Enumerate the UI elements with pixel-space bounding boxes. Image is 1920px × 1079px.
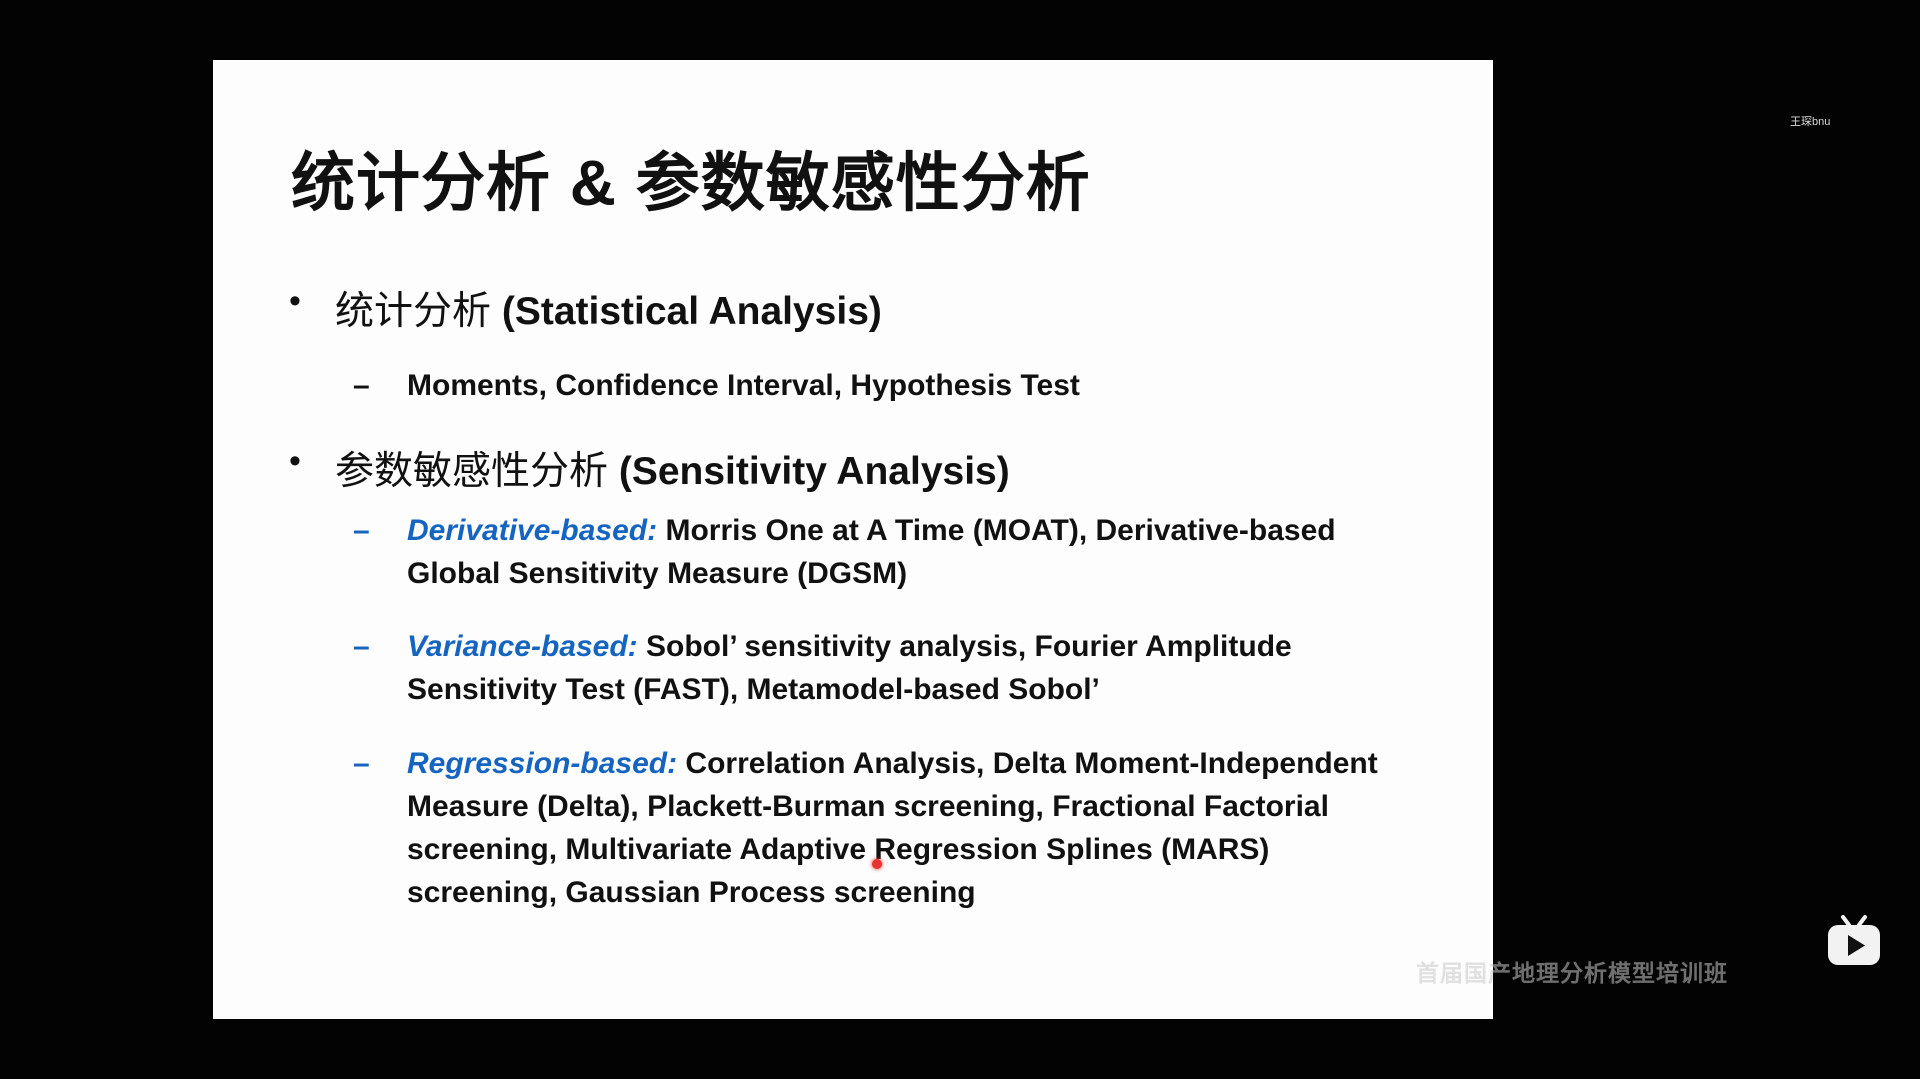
subitem-body: Moments, Confidence Interval, Hypothesis… <box>407 364 1417 407</box>
subitem-text: Moments, Confidence Interval, Hypothesis… <box>407 369 1080 402</box>
presentation-slide: 统计分析 & 参数敏感性分析 • 统计分析 (Statistical Analy… <box>213 60 1493 1019</box>
subitem-lead: Derivative-based: <box>407 514 658 547</box>
training-watermark: 首届国产地理分析模型培训班 <box>1416 960 1728 986</box>
bullet-dot: • <box>289 282 301 320</box>
subitem-dash: – <box>353 514 370 547</box>
subitem-body: Variance-based: Sobol’ sensitivity analy… <box>407 625 1417 711</box>
subitem-body: Derivative-based: Morris One at A Time (… <box>407 509 1417 595</box>
subitem-dash: – <box>353 747 370 780</box>
subitem-lead: Variance-based: <box>407 630 638 663</box>
bilibili-tv-icon[interactable] <box>1826 915 1882 967</box>
slide-title: 统计分析 & 参数敏感性分析 <box>291 147 1091 219</box>
bullet-en: (Statistical Analysis) <box>501 290 882 333</box>
subitem-dash: – <box>353 369 370 402</box>
subitem-body: Regression-based: Correlation Analysis, … <box>407 742 1417 914</box>
bullet-zh: 参数敏感性分析 <box>335 450 609 493</box>
bullet-zh: 统计分析 <box>335 290 492 333</box>
screen-share-view: 统计分析 & 参数敏感性分析 • 统计分析 (Statistical Analy… <box>0 0 1920 1079</box>
bullet-dot: • <box>289 442 301 480</box>
bullet-text: 统计分析 (Statistical Analysis) <box>335 280 882 336</box>
laser-pointer-cursor <box>872 859 882 869</box>
subitem-lead: Regression-based: <box>407 747 678 780</box>
presenter-username: 王琛bnu <box>1790 116 1831 128</box>
subitem-dash: – <box>353 630 370 663</box>
bullet-text: 参数敏感性分析 (Sensitivity Analysis) <box>335 440 1010 496</box>
bullet-en: (Sensitivity Analysis) <box>618 450 1010 493</box>
